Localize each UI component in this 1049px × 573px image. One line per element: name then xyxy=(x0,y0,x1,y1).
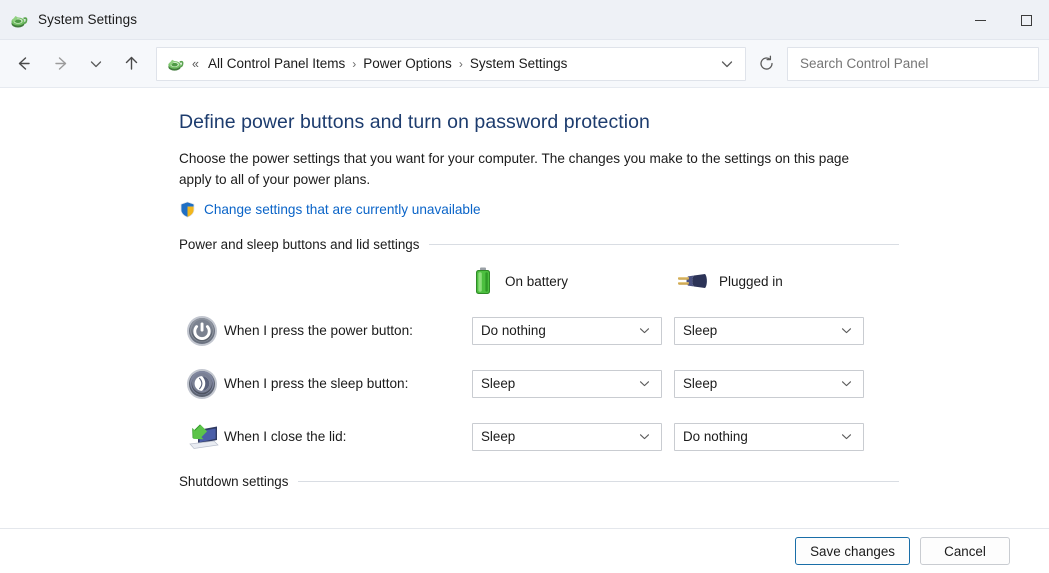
address-bar: « All Control Panel Items › Power Option… xyxy=(0,40,1049,88)
breadcrumb-separator: › xyxy=(352,56,357,71)
forward-arrow-icon xyxy=(52,54,71,73)
table-row: When I press the power button: Do nothin… xyxy=(179,304,899,357)
section-divider xyxy=(298,481,899,482)
dropdown-close-lid-plugged-in[interactable]: Do nothing xyxy=(674,422,864,451)
breadcrumb-item-system-settings[interactable]: System Settings xyxy=(465,53,573,74)
chevron-down-icon xyxy=(719,56,735,72)
column-label-on-battery: On battery xyxy=(505,273,569,289)
dropdown-sleep-button-plugged-in[interactable]: Sleep xyxy=(674,369,864,398)
column-header-on-battery: On battery xyxy=(472,266,674,296)
page-description: Choose the power settings that you want … xyxy=(179,151,850,187)
table-row: When I press the sleep button: Sleep Sle… xyxy=(179,357,899,410)
laptop-lid-icon xyxy=(184,421,220,453)
forward-button[interactable] xyxy=(42,47,80,81)
minimize-button[interactable] xyxy=(957,0,1003,40)
row-label-close-lid: When I close the lid: xyxy=(224,429,347,444)
cancel-button[interactable]: Cancel xyxy=(920,537,1010,565)
section-title: Power and sleep buttons and lid settings xyxy=(179,237,420,252)
search-input[interactable] xyxy=(788,56,1038,71)
maximize-button[interactable] xyxy=(1003,0,1049,40)
shield-icon xyxy=(179,201,196,218)
dropdown-power-button-on-battery[interactable]: Do nothing xyxy=(472,316,662,345)
settings-page: Define power buttons and turn on passwor… xyxy=(0,88,1049,489)
row-icon-cell xyxy=(179,315,224,347)
section-header-shutdown-settings: Shutdown settings xyxy=(179,474,899,489)
chevron-down-icon xyxy=(88,56,104,72)
uac-link-row[interactable]: Change settings that are currently unava… xyxy=(179,201,1049,218)
row-label-power-button: When I press the power button: xyxy=(224,323,413,338)
dropdown-value: Sleep xyxy=(481,376,516,391)
sleep-button-icon xyxy=(186,368,218,400)
dropdown-power-button-plugged-in[interactable]: Sleep xyxy=(674,316,864,345)
section-title-shutdown: Shutdown settings xyxy=(179,474,289,489)
breadcrumb-bar[interactable]: « All Control Panel Items › Power Option… xyxy=(156,46,746,81)
power-button-icon xyxy=(186,315,218,347)
row-icon-cell xyxy=(179,368,224,400)
control-panel-icon xyxy=(166,54,185,73)
dropdown-value: Do nothing xyxy=(481,323,546,338)
save-changes-button[interactable]: Save changes xyxy=(795,537,910,565)
uac-change-settings-link[interactable]: Change settings that are currently unava… xyxy=(204,202,481,217)
chevron-down-icon xyxy=(840,324,853,337)
minimize-icon xyxy=(974,19,986,21)
title-bar: System Settings xyxy=(0,0,1049,40)
row-icon-cell xyxy=(179,421,224,453)
table-row: When I close the lid: Sleep Do nothing xyxy=(179,410,899,463)
chevron-down-icon xyxy=(840,430,853,443)
battery-icon xyxy=(472,266,494,296)
row-plugged-in-cell: Do nothing xyxy=(674,422,876,451)
section-header-power-sleep-lid: Power and sleep buttons and lid settings xyxy=(179,237,899,252)
section-divider xyxy=(429,244,899,245)
address-field-wrapper: « All Control Panel Items › Power Option… xyxy=(156,46,1039,81)
row-plugged-in-cell: Sleep xyxy=(674,369,876,398)
dropdown-value: Sleep xyxy=(683,376,718,391)
back-button[interactable] xyxy=(4,47,42,81)
back-arrow-icon xyxy=(14,54,33,73)
refresh-icon xyxy=(758,55,775,72)
window-controls xyxy=(957,0,1049,40)
refresh-button[interactable] xyxy=(746,48,786,80)
row-on-battery-cell: Do nothing xyxy=(472,316,674,345)
maximize-icon xyxy=(1020,14,1032,26)
breadcrumb-separator: › xyxy=(458,56,463,71)
chevron-down-icon xyxy=(840,377,853,390)
control-panel-icon xyxy=(9,10,29,30)
breadcrumb-item-power-options[interactable]: Power Options xyxy=(358,53,457,74)
row-plugged-in-cell: Sleep xyxy=(674,316,876,345)
search-box[interactable] xyxy=(787,46,1039,81)
breadcrumb-item-all-control-panel-items[interactable]: All Control Panel Items xyxy=(203,53,350,74)
power-plug-icon xyxy=(674,269,708,293)
row-on-battery-cell: Sleep xyxy=(472,369,674,398)
recent-locations-button[interactable] xyxy=(80,47,112,81)
chevron-down-icon xyxy=(638,377,651,390)
row-on-battery-cell: Sleep xyxy=(472,422,674,451)
address-dropdown-button[interactable] xyxy=(709,48,745,80)
page-title: Define power buttons and turn on passwor… xyxy=(179,111,650,133)
footer-bar: Save changes Cancel xyxy=(0,528,1049,573)
up-button[interactable] xyxy=(112,47,150,81)
breadcrumb-overflow[interactable]: « xyxy=(192,57,199,71)
chevron-down-icon xyxy=(638,324,651,337)
column-label-plugged-in: Plugged in xyxy=(719,273,783,289)
dropdown-close-lid-on-battery[interactable]: Sleep xyxy=(472,422,662,451)
content-area: Define power buttons and turn on passwor… xyxy=(0,88,1049,573)
settings-table: On battery Plugged in When I press the p… xyxy=(179,258,899,463)
window-title: System Settings xyxy=(38,12,138,27)
up-arrow-icon xyxy=(122,54,141,73)
table-column-headers: On battery Plugged in xyxy=(179,258,899,304)
column-header-plugged-in: Plugged in xyxy=(674,269,876,293)
row-label-sleep-button: When I press the sleep button: xyxy=(224,376,409,391)
dropdown-value: Do nothing xyxy=(683,429,748,444)
dropdown-value: Sleep xyxy=(481,429,516,444)
dropdown-value: Sleep xyxy=(683,323,718,338)
dropdown-sleep-button-on-battery[interactable]: Sleep xyxy=(472,369,662,398)
chevron-down-icon xyxy=(638,430,651,443)
